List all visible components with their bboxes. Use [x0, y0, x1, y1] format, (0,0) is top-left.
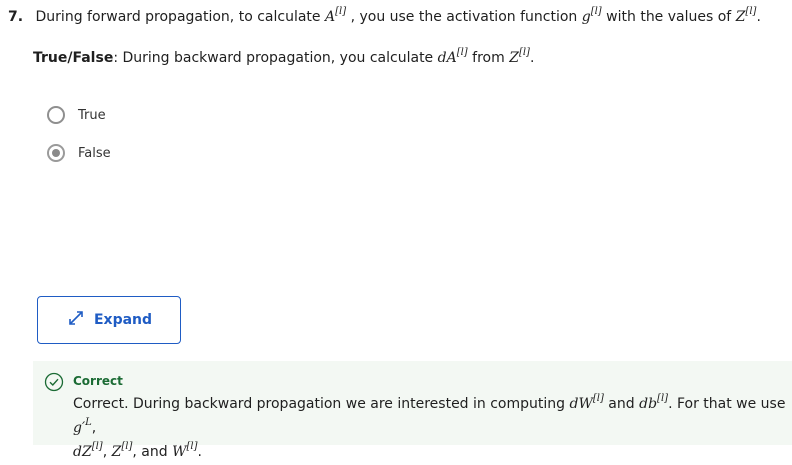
statement-label: True/False — [33, 50, 114, 66]
feedback-text-part: . — [197, 444, 202, 460]
math-superscript-l: [l] — [745, 6, 757, 17]
math-superscript-l: [l] — [456, 47, 468, 58]
option-false-label: False — [78, 145, 111, 161]
math-Z: Z — [735, 9, 746, 25]
math-db: db — [639, 396, 658, 412]
feedback-text-part: . For that we use — [668, 396, 786, 412]
expand-button[interactable]: Expand — [37, 296, 181, 344]
question-text-part: During forward propagation, to calculate — [35, 9, 325, 25]
question-text-part: with the values of — [606, 9, 736, 25]
math-A: A — [324, 9, 336, 25]
feedback-text-part: , — [102, 444, 112, 460]
expand-arrows-icon — [66, 308, 86, 332]
math-superscript-l: [l] — [335, 6, 347, 17]
question-text-part: . — [756, 9, 761, 25]
math-Z: Z — [509, 50, 519, 66]
math-dW: dW — [569, 396, 593, 412]
math-superscript-l: [l] — [657, 393, 669, 404]
math-dA: dA — [437, 50, 457, 66]
feedback-text-part: Correct. During backward propagation we … — [73, 396, 570, 412]
feedback-text-part: , and — [132, 444, 173, 460]
check-circle-icon — [44, 372, 64, 396]
math-superscript-l: [l] — [91, 441, 103, 452]
math-superscript-l: [l] — [186, 441, 198, 452]
math-superscript-l: [l] — [590, 6, 602, 17]
radio-false[interactable] — [47, 144, 65, 162]
statement-text: True/False: During backward propagation,… — [33, 47, 534, 71]
math-superscript-l: [l] — [518, 47, 530, 58]
math-Z: Z — [111, 444, 122, 460]
math-g: g — [581, 9, 591, 25]
option-false[interactable]: False — [47, 144, 111, 162]
math-gprime: g′ — [73, 420, 86, 436]
feedback-text-part: , — [91, 420, 97, 436]
question-number: 7. — [8, 9, 24, 25]
math-superscript-l: [l] — [121, 441, 133, 452]
expand-label: Expand — [93, 312, 153, 328]
radio-true[interactable] — [47, 106, 65, 124]
option-true[interactable]: True — [47, 106, 106, 124]
question-text-part: , you use the activation function — [350, 9, 582, 25]
feedback-title: Correct — [73, 374, 123, 388]
statement-text-part: from — [472, 50, 510, 66]
question-text: 7. During forward propagation, to calcul… — [8, 6, 761, 30]
math-W: W — [172, 444, 187, 460]
math-superscript-L: L — [85, 417, 92, 428]
feedback-panel: Correct Correct. During backward propaga… — [33, 361, 792, 460]
option-true-label: True — [78, 107, 106, 123]
math-superscript-l: [l] — [592, 393, 604, 404]
statement-text-part: . — [529, 50, 535, 66]
statement-text-part: : During backward propagation, you calcu… — [113, 50, 438, 66]
feedback-text-part: and — [603, 396, 640, 412]
math-dZ: dZ — [73, 444, 92, 460]
feedback-text: Correct. During backward propagation we … — [73, 393, 788, 465]
